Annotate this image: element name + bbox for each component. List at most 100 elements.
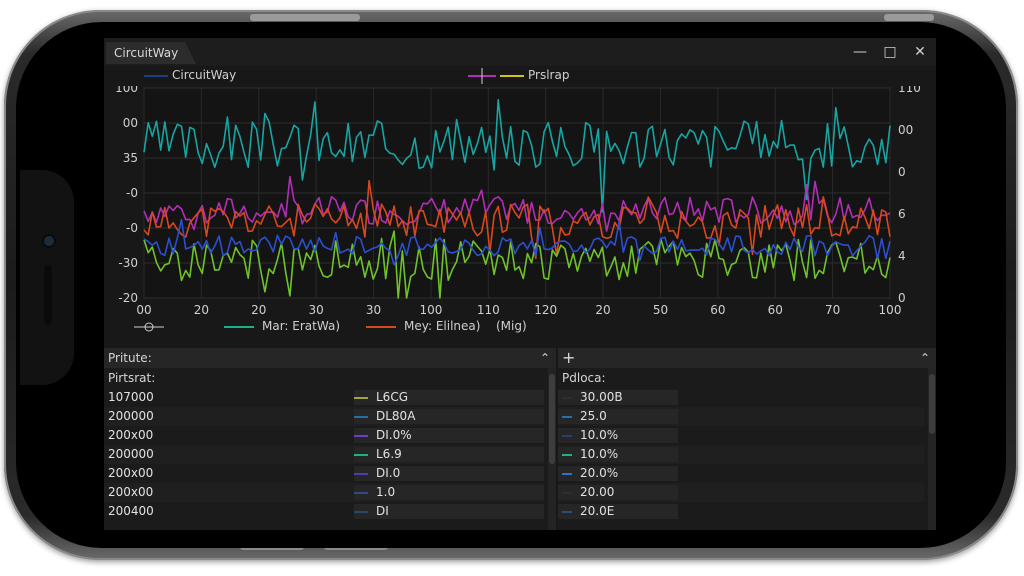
y-tick-label: -20 [118,291,138,305]
left-panel: Pritute: ⌃ Pirtsrat: 107000 L6CG 200000 DL8… [104,348,556,530]
legend-label: CircuitWay [172,68,237,82]
table-row[interactable]: 107000 L6CG [104,388,544,407]
power-button [884,14,934,21]
legend-label: Prslrap [528,68,570,82]
right-panel-subheader: Pdloca: [562,371,606,385]
x-tick-label: 20 [194,303,209,316]
window-title: CircuitWay [114,46,179,60]
row-value: 107000 [108,390,154,404]
chart-legend-top: CircuitWay Prslrap [104,66,936,86]
row-value: 25.0 [580,409,607,423]
volume-button [250,14,360,21]
y2-tick-label: 110 [898,86,921,95]
collapse-icon[interactable]: ⌃ [920,348,930,368]
legend-label: Mey: Elilnea) [404,319,481,333]
table-row[interactable]: 200x00 DI.0 [104,464,544,483]
left-panel-subheader: Pirtsrat: [108,371,156,385]
title-bar: CircuitWay — □ ✕ [104,38,936,66]
plus-icon[interactable]: + [562,348,575,367]
x-tick-label: 100 [879,303,902,316]
table-row[interactable]: 10.0% [558,445,924,464]
maximize-icon[interactable]: □ [880,42,900,62]
x-tick-label: 50 [653,303,668,316]
row-value: 10.0% [580,428,619,442]
window-tab[interactable]: CircuitWay [106,42,196,64]
y-tick-label: -30 [118,256,138,270]
row-label: L6CG [376,390,408,404]
table-row[interactable]: 20.00 [558,483,924,502]
legend-label: (Mig) [496,319,527,333]
row-cell-bg [558,485,678,500]
x-tick-label: 70 [825,303,840,316]
row-swatch [562,511,572,513]
y2-tick-label: 00 [898,123,913,137]
table-row[interactable]: 20.0E [558,502,924,521]
row-value: 200x00 [108,466,154,480]
row-swatch [562,473,572,475]
scrollbar[interactable] [548,368,556,530]
collapse-icon[interactable]: ⌃ [540,348,550,368]
scrollbar-thumb[interactable] [929,374,935,434]
x-tick-label: 60 [710,303,725,316]
panel-title: Pritute: [108,351,152,365]
line-chart: 1000035-0-0-30-2011000064000 20 20 30 30 100 1… [115,86,921,316]
y2-tick-label: 6 [898,207,906,221]
table-row[interactable]: 200400 DI [104,502,544,521]
row-label: 1.0 [376,485,396,499]
y-tick-label: 100 [115,86,138,95]
y2-tick-label: 4 [898,249,906,263]
row-swatch [354,397,368,399]
chart-legend-bottom: Mar: EratWa) Mey: Elilnea) (Mig) [104,316,936,338]
table-row[interactable]: 30.00B [558,388,924,407]
scrollbar-thumb[interactable] [549,374,555,464]
table-row[interactable]: 10.0% [558,426,924,445]
row-value: 10.0% [580,447,619,461]
table-row[interactable]: 25.0 [558,407,924,426]
table-row[interactable]: 200x00 1.0 [104,483,544,502]
row-label: DI [376,504,389,518]
table-row[interactable]: 200000 L6.9 [104,445,544,464]
row-label: DI.0% [376,428,412,442]
row-label: DI.0 [376,466,401,480]
scrollbar[interactable] [928,368,936,530]
row-value: 200x00 [108,485,154,499]
row-swatch [562,454,572,456]
row-label: DL80A [376,409,416,423]
x-tick-label: 30 [366,303,381,316]
app-window: CircuitWay — □ ✕ CircuitWay Prslrap 100 0… [104,38,936,530]
row-value: 200000 [108,409,154,423]
close-icon[interactable]: ✕ [910,42,930,62]
y-tick-label: -0 [126,221,138,235]
x-tick-label: 20 [251,303,266,316]
row-swatch [354,454,368,456]
right-panel: + ⌃ Pdloca: 30.00B 25.0 10.0% 10.0% 20.0% 20.… [558,348,936,530]
y-tick-label: 00 [123,116,138,130]
row-swatch [562,397,572,399]
x-tick-label: 20 [595,303,610,316]
row-value: 20.0E [580,504,615,518]
row-label: L6.9 [376,447,402,461]
row-value: 200000 [108,447,154,461]
x-tick-label: 110 [477,303,500,316]
x-tick-label: 30 [309,303,324,316]
row-value: 200400 [108,504,154,518]
row-swatch [562,416,572,418]
x-tick-label: 60 [768,303,783,316]
y-tick-label: -0 [126,186,138,200]
speaker-grille [44,265,52,325]
row-value: 30.00B [580,390,623,404]
x-tick-label: 100 [419,303,442,316]
camera-icon [44,236,54,246]
row-swatch [354,435,368,437]
row-swatch [562,435,572,437]
row-swatch [354,511,368,513]
right-panel-header: + ⌃ [558,348,936,368]
table-row[interactable]: 200x00 DI.0% [104,426,544,445]
minimize-icon[interactable]: — [850,42,870,62]
row-value: 200x00 [108,428,154,442]
row-value: 20.00 [580,485,615,499]
table-row[interactable]: 200000 DL80A [104,407,544,426]
row-cell-bg [558,504,678,519]
left-panel-header: Pritute: ⌃ [104,348,556,368]
table-row[interactable]: 20.0% [558,464,924,483]
